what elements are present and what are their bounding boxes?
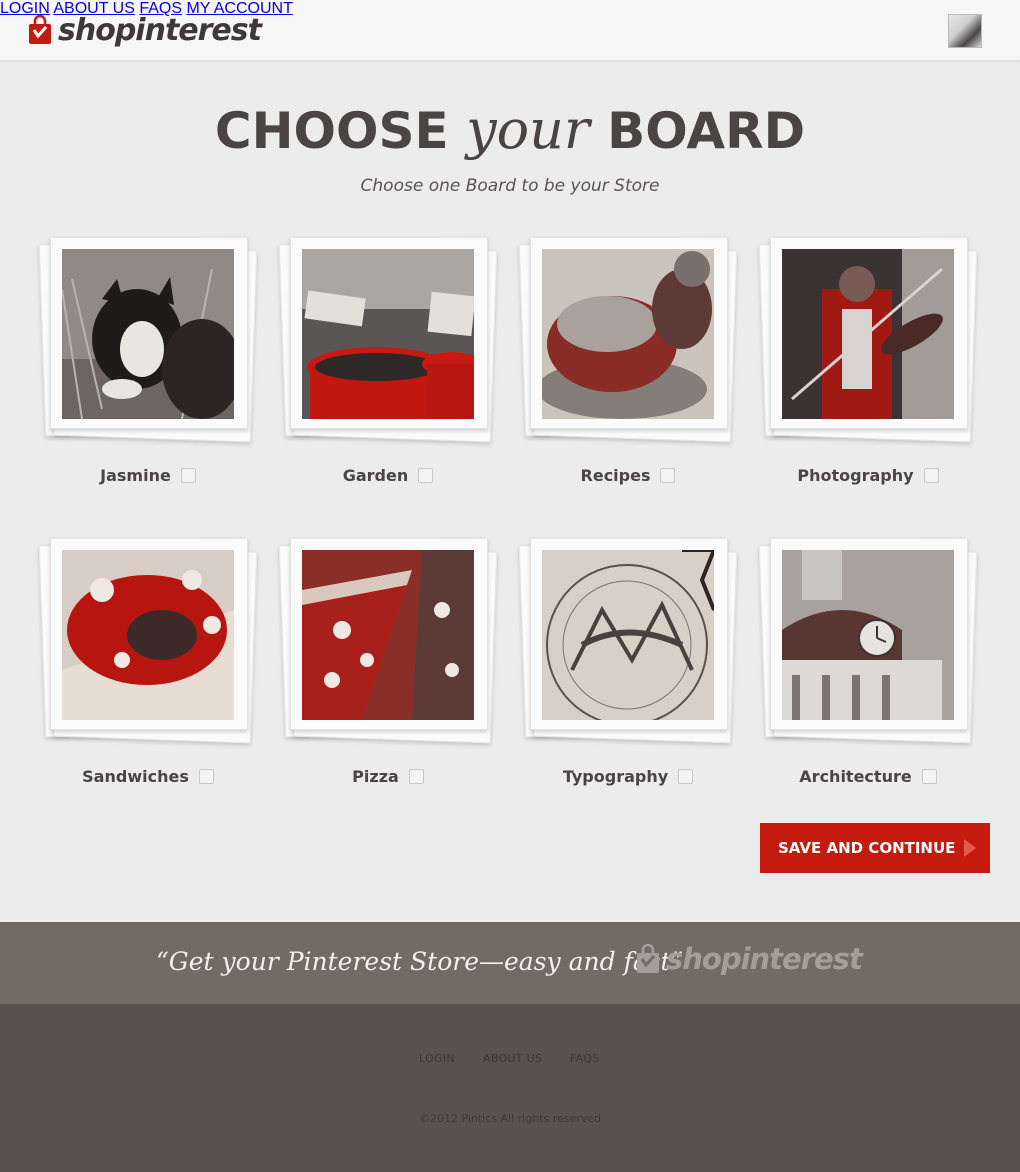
board-card-photography[interactable]: Photography xyxy=(758,237,980,497)
photo-stack xyxy=(278,237,498,443)
board-photo-pizza xyxy=(302,550,474,720)
tagline-text: “Get your Pinterest Store—easy and fast” xyxy=(156,947,684,976)
board-checkbox[interactable] xyxy=(198,769,214,784)
shopping-bag-icon xyxy=(29,15,51,44)
board-card-sandwiches[interactable]: Sandwiches xyxy=(38,538,260,798)
board-label: Garden xyxy=(342,466,409,485)
board-photo-architecture xyxy=(782,550,954,720)
footer-link-login[interactable]: LOGIN xyxy=(419,1052,455,1065)
save-and-continue-button[interactable]: SAVE AND CONTINUE xyxy=(760,823,990,873)
board-label: Recipes xyxy=(580,466,651,485)
board-card-architecture[interactable]: Architecture xyxy=(758,538,980,798)
site-header: shopinterest LOGIN ABOUT US FAQS MY ACCO… xyxy=(0,0,1020,61)
board-checkbox[interactable] xyxy=(180,468,196,483)
board-photo-recipes xyxy=(542,249,714,419)
title-part-1: CHOOSE xyxy=(214,102,449,160)
board-label-row: Typography xyxy=(530,766,726,786)
footer-link-faqs[interactable]: FAQS xyxy=(570,1052,600,1065)
footer-logo-text: shopinterest xyxy=(666,942,863,976)
photo-stack xyxy=(518,237,738,443)
board-label: Jasmine xyxy=(100,466,171,485)
arrow-right-icon xyxy=(964,839,976,857)
board-label-row: Jasmine xyxy=(50,465,246,485)
board-checkbox[interactable] xyxy=(923,468,939,483)
page-title: CHOOSE your BOARD xyxy=(0,98,1020,161)
board-card-jasmine[interactable]: Jasmine xyxy=(38,237,260,497)
logo-text: shopinterest xyxy=(58,12,262,48)
board-card-garden[interactable]: Garden xyxy=(278,237,500,497)
board-label-row: Architecture xyxy=(770,766,966,786)
footer-link-about-us[interactable]: ABOUT US xyxy=(483,1052,542,1065)
board-photo-photography xyxy=(782,249,954,419)
site-logo[interactable]: shopinterest xyxy=(28,10,262,50)
board-checkbox[interactable] xyxy=(921,769,937,784)
photo-stack xyxy=(518,538,738,744)
board-label: Pizza xyxy=(352,767,399,786)
board-label: Typography xyxy=(562,767,669,786)
photo-stack xyxy=(758,538,978,744)
board-checkbox[interactable] xyxy=(660,468,676,483)
title-part-3: BOARD xyxy=(607,102,806,160)
board-checkbox[interactable] xyxy=(408,769,424,784)
board-checkbox[interactable] xyxy=(418,468,434,483)
avatar[interactable] xyxy=(948,14,982,48)
board-checkbox[interactable] xyxy=(678,769,694,784)
board-label-row: Garden xyxy=(290,465,486,485)
board-label: Sandwiches xyxy=(82,767,189,786)
shopping-bag-icon xyxy=(637,944,659,973)
photo-stack xyxy=(38,538,258,744)
board-label: Photography xyxy=(797,466,914,485)
board-label-row: Recipes xyxy=(530,465,726,485)
page-subtitle: Choose one Board to be your Store xyxy=(360,176,660,196)
board-label-row: Pizza xyxy=(290,766,486,786)
board-label-row: Sandwiches xyxy=(50,766,246,786)
footer-logo[interactable]: shopinterest xyxy=(636,942,863,976)
board-label: Architecture xyxy=(799,767,912,786)
site-footer: LOGIN ABOUT US FAQS ©2012 Pintics All ri… xyxy=(0,1004,1020,1172)
board-photo-cat xyxy=(62,249,234,419)
save-button-label: SAVE AND CONTINUE xyxy=(778,839,956,857)
photo-stack xyxy=(758,237,978,443)
board-card-recipes[interactable]: Recipes xyxy=(518,237,740,497)
photo-stack xyxy=(38,237,258,443)
board-photo-typography xyxy=(542,550,714,720)
board-label-row: Photography xyxy=(770,465,966,485)
tagline-band: “Get your Pinterest Store—easy and fast”… xyxy=(0,922,1020,1004)
title-part-2: your xyxy=(466,98,590,161)
board-photo-garden xyxy=(302,249,474,419)
photo-stack xyxy=(278,538,498,744)
board-photo-sandwiches xyxy=(62,550,234,720)
board-card-pizza[interactable]: Pizza xyxy=(278,538,500,798)
board-card-typography[interactable]: Typography xyxy=(518,538,740,798)
copyright: ©2012 Pintics All rights reserved xyxy=(418,1112,602,1125)
